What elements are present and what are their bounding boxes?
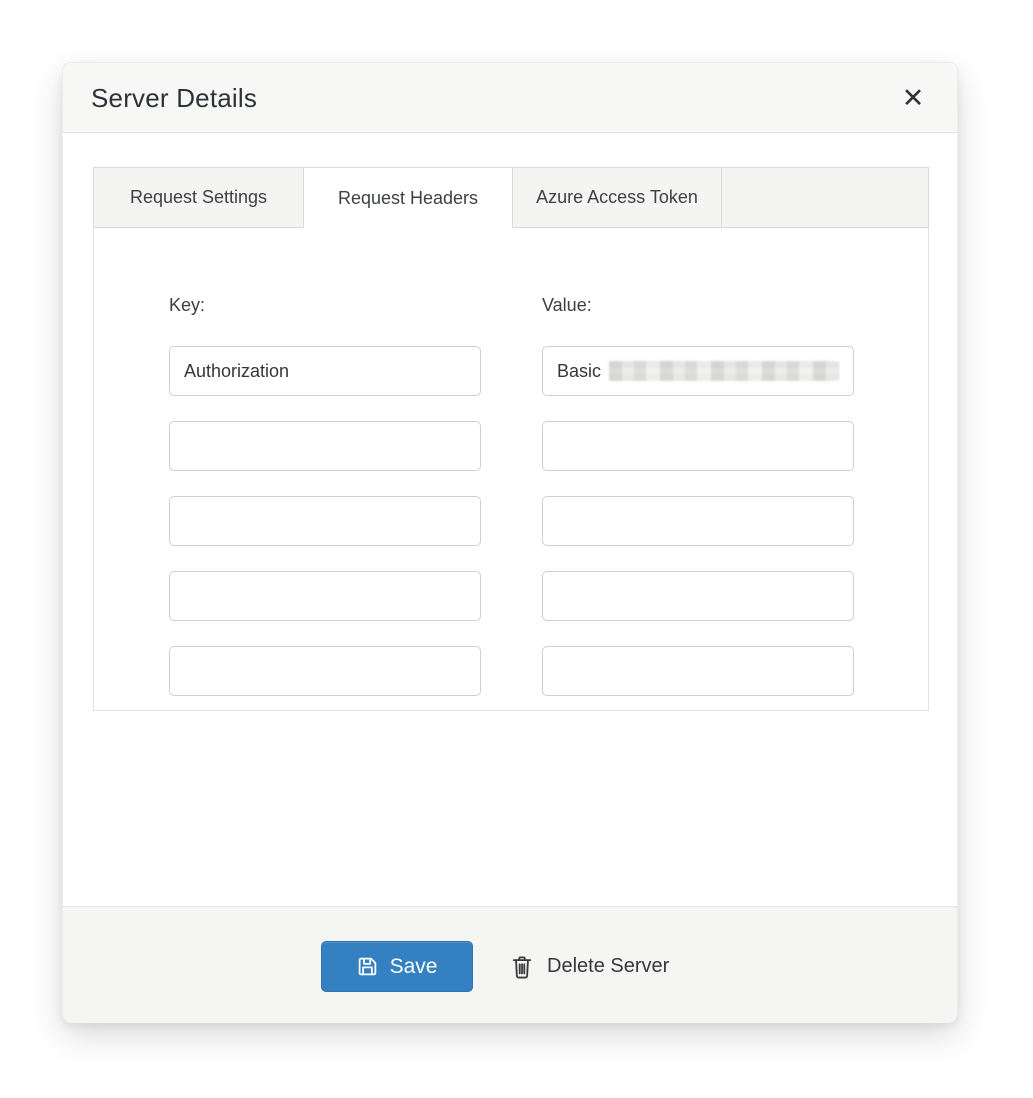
save-button-label: Save: [390, 955, 438, 979]
header-key-input-4[interactable]: [169, 571, 481, 621]
dialog-header: Server Details ✕: [63, 63, 957, 133]
tab-request-headers[interactable]: Request Headers: [303, 168, 513, 228]
tab-azure-access-token[interactable]: Azure Access Token: [513, 168, 721, 227]
header-value-input-2[interactable]: [542, 421, 854, 471]
delete-server-button[interactable]: Delete Server: [511, 941, 669, 992]
value-column-label: Value:: [542, 295, 592, 316]
dialog-footer: Save Delete Server: [63, 906, 957, 1023]
redacted-credential: [609, 361, 839, 381]
delete-server-label: Delete Server: [547, 955, 669, 978]
trash-icon: [511, 954, 533, 980]
tab-divider: [721, 168, 722, 227]
tab-bar: Request Settings Request Headers Azure A…: [93, 167, 929, 228]
header-value-input-1[interactable]: Basic: [542, 346, 854, 396]
header-key-input-1[interactable]: [169, 346, 481, 396]
request-headers-panel: Key: Value: Basic: [93, 228, 929, 711]
header-value-input-3[interactable]: [542, 496, 854, 546]
header-key-input-2[interactable]: [169, 421, 481, 471]
header-key-input-3[interactable]: [169, 496, 481, 546]
server-details-dialog: Server Details ✕ Request Settings Reques…: [62, 62, 958, 1022]
header-value-prefix: Basic: [557, 361, 601, 382]
tab-request-settings[interactable]: Request Settings: [94, 168, 303, 227]
close-icon: ✕: [902, 83, 925, 114]
dialog-title: Server Details: [91, 63, 257, 133]
page-background: Server Details ✕ Request Settings Reques…: [0, 0, 1033, 1098]
header-value-input-5[interactable]: [542, 646, 854, 696]
header-value-input-4[interactable]: [542, 571, 854, 621]
key-column-label: Key:: [169, 295, 205, 316]
close-button[interactable]: ✕: [893, 63, 933, 133]
save-icon: [357, 956, 378, 977]
save-button[interactable]: Save: [321, 941, 473, 992]
header-key-input-5[interactable]: [169, 646, 481, 696]
